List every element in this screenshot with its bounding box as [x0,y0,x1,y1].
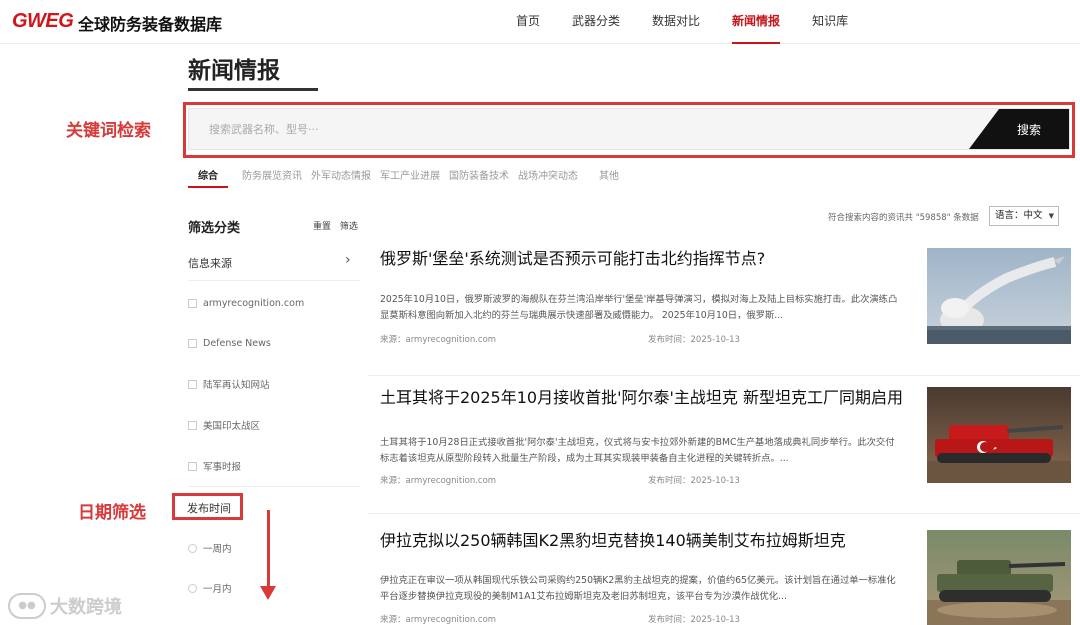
annotation-keyword-search: 关键词检索 [66,121,151,141]
filter-button[interactable]: 筛选 [340,222,358,232]
checkbox[interactable] [188,461,197,471]
annotation-arrow [267,510,270,590]
search-button[interactable]: 搜索 [969,109,1069,149]
annotation-date-filter: 日期筛选 [78,503,146,523]
chevron-right-icon[interactable]: › [345,252,351,268]
search-bar: 搜索 [188,108,1070,150]
news-summary: 2025年10月10日，俄罗斯波罗的海舰队在芬兰湾沿岸举行'堡垒'岸基导弹演习，… [380,294,898,321]
page-title: 新闻情报 [188,58,280,84]
news-meta: 来源：armyrecognition.com 发布时间：2025-10-13 [380,474,760,486]
nav-data-compare[interactable]: 数据对比 [652,0,700,44]
news-item[interactable]: 伊拉克拟以250辆韩国K2黑豹坦克替换140辆美制艾布拉姆斯坦克 伊拉克正在审议… [368,525,1080,625]
reset-button[interactable]: 重置 [313,222,331,232]
tab-battlefield[interactable]: 战场冲突动态 [516,170,580,190]
tab-defense-tech[interactable]: 国防装备技术 [447,170,511,190]
checkbox[interactable] [188,338,197,348]
date-filter-heading[interactable]: 发布时间 [187,500,231,516]
source-option[interactable]: 陆军再认知网站 [188,377,270,391]
news-source: 来源：armyrecognition.com [380,615,497,625]
news-date: 发布时间：2025-10-13 [648,476,740,486]
nav-home[interactable]: 首页 [516,0,540,44]
tab-other[interactable]: 其他 [597,170,621,190]
tab-foreign-military[interactable]: 外军动态情报 [309,170,373,190]
checkbox[interactable] [188,420,197,430]
annotation-arrow-head [260,586,276,600]
watermark: ●● 大数跨境 [8,593,122,619]
date-option-month[interactable]: 一月内 [188,581,232,595]
checkbox[interactable] [188,379,197,389]
news-meta: 来源：armyrecognition.com 发布时间：2025-10-13 [380,613,760,625]
tab-general[interactable]: 综合 [188,170,228,190]
nav-knowledge-base[interactable]: 知识库 [812,0,848,44]
missile-launch-image[interactable] [927,248,1071,344]
k2-tank-image[interactable] [927,530,1071,625]
news-meta: 来源：armyrecognition.com 发布时间：2025-10-13 [380,333,760,345]
source-option[interactable]: 美国印太战区 [188,418,260,432]
caret-down-icon: ▼ [1048,212,1054,220]
tab-military-industry[interactable]: 军工产业进展 [378,170,442,190]
news-summary: 土耳其将于10月28日正式接收首批'阿尔泰'主战坦克，仪式将与安卡拉郊外新建的B… [380,437,895,464]
source-option[interactable]: Defense News [188,336,271,350]
result-count: 符合搜索内容的资讯共 "59858" 条数据 [828,213,979,223]
news-date: 发布时间：2025-10-13 [648,615,740,625]
nav-news[interactable]: 新闻情报 [732,0,781,44]
filter-actions: 重置 筛选 [313,219,364,232]
radio-button[interactable] [188,543,197,553]
news-source: 来源：armyrecognition.com [380,476,497,486]
main-nav: 首页 武器分类 数据对比 新闻情报 知识库 [500,0,864,44]
site-title[interactable]: 全球防务装备数据库 [78,11,222,35]
source-filter-heading[interactable]: 信息来源 [188,255,358,271]
tab-defense-expo[interactable]: 防务展览资讯 [240,170,304,190]
nav-weapon-categories[interactable]: 武器分类 [572,0,620,44]
site-logo[interactable]: GWEG [12,10,74,33]
news-title[interactable]: 俄罗斯'堡垒'系统测试是否预示可能打击北约指挥节点? [380,248,910,270]
category-tabs: 综合 防务展览资讯 外军动态情报 军工产业进展 国防装备技术 战场冲突动态 其他 [188,170,626,190]
news-source: 来源：armyrecognition.com [380,335,497,345]
filter-title: 筛选分类 [188,221,241,236]
date-option-week[interactable]: 一周内 [188,541,232,555]
title-underline [188,88,318,91]
language-select[interactable]: 语言：中文 ▼ [989,206,1059,226]
source-option[interactable]: 军事时报 [188,459,241,473]
divider [188,280,360,281]
news-date: 发布时间：2025-10-13 [648,335,740,345]
news-item[interactable]: 俄罗斯'堡垒'系统测试是否预示可能打击北约指挥节点? 2025年10月10日，俄… [368,246,1080,376]
radio-button[interactable] [188,583,197,593]
top-header: GWEG 全球防务装备数据库 首页 武器分类 数据对比 新闻情报 知识库 [0,0,1080,44]
source-option[interactable]: armyrecognition.com [188,296,304,310]
news-summary: 伊拉克正在审议一项从韩国现代乐铁公司采购约250辆K2黑豹主战坦克的提案，价值约… [380,575,896,602]
news-item[interactable]: 土耳其将于2025年10月接收首批'阿尔泰'主战坦克 新型坦克工厂同期启用 土耳… [368,384,1080,514]
watermark-logo-icon: ●● [8,593,46,619]
news-title[interactable]: 土耳其将于2025年10月接收首批'阿尔泰'主战坦克 新型坦克工厂同期启用 [380,387,910,409]
checkbox[interactable] [188,298,197,308]
tank-turkey-flag-image[interactable] [927,387,1071,483]
divider [188,486,360,487]
search-input[interactable] [189,109,969,149]
news-title[interactable]: 伊拉克拟以250辆韩国K2黑豹坦克替换140辆美制艾布拉姆斯坦克 [380,530,910,552]
